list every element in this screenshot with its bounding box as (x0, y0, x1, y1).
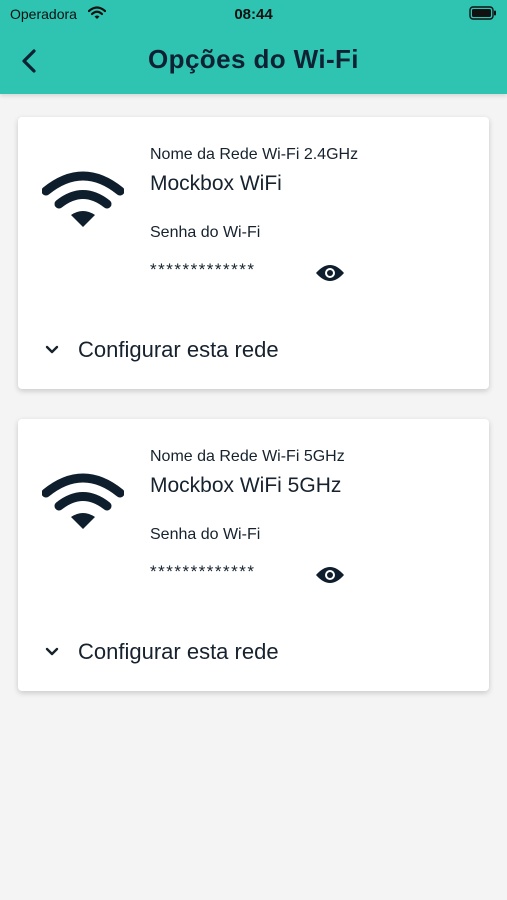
wifi-icon (41, 471, 125, 536)
wifi-icon (41, 169, 125, 234)
status-time: 08:44 (234, 6, 273, 23)
status-bar: Operadora 08:44 (0, 0, 507, 30)
battery-icon (469, 6, 497, 25)
network-name-value: Mockbox WiFi (150, 172, 282, 195)
network-card-5ghz: Nome da Rede Wi-Fi 5GHz Mockbox WiFi 5GH… (18, 419, 489, 691)
configure-network-label: Configurar esta rede (78, 337, 279, 362)
eye-icon (316, 567, 344, 583)
password-value: ************* (150, 562, 256, 581)
network-name-value: Mockbox WiFi 5GHz (150, 474, 342, 497)
show-password-button[interactable] (314, 562, 346, 588)
chevron-down-icon (42, 642, 62, 662)
password-label: Senha do Wi-Fi (150, 526, 261, 543)
network-name-label: Nome da Rede Wi-Fi 5GHz (150, 448, 345, 465)
configure-network-toggle[interactable]: Configurar esta rede (42, 335, 279, 365)
page-title: Opções do Wi-Fi (148, 44, 359, 74)
network-name-label: Nome da Rede Wi-Fi 2.4GHz (150, 146, 359, 163)
configure-network-label: Configurar esta rede (78, 639, 279, 664)
eye-icon (316, 265, 344, 281)
password-value: ************* (150, 260, 256, 279)
show-password-button[interactable] (314, 260, 346, 286)
app-header: Operadora 08:44 Opções do Wi-Fi (0, 0, 507, 94)
chevron-down-icon (42, 340, 62, 360)
password-label: Senha do Wi-Fi (150, 224, 261, 241)
network-card-2-4ghz: Nome da Rede Wi-Fi 2.4GHz Mockbox WiFi S… (18, 117, 489, 389)
configure-network-toggle[interactable]: Configurar esta rede (42, 637, 279, 667)
